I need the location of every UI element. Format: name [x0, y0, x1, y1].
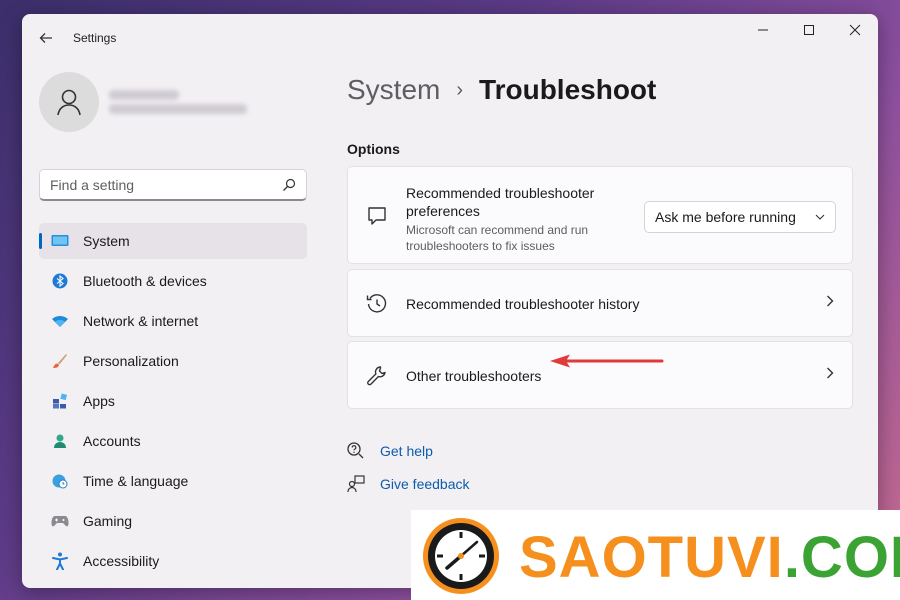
troubleshooter-preference-dropdown[interactable]: Ask me before running — [644, 201, 836, 233]
sidebar-item-system[interactable]: System — [39, 223, 307, 259]
chevron-down-icon — [815, 214, 825, 220]
breadcrumb: System › Troubleshoot — [347, 74, 656, 106]
sidebar-nav: System Bluetooth & devices Network & int… — [39, 223, 307, 583]
card-troubleshooter-history[interactable]: Recommended troubleshooter history — [347, 269, 853, 337]
back-arrow-icon — [39, 33, 52, 43]
sidebar-item-label: Personalization — [83, 353, 179, 369]
user-profile[interactable] — [39, 72, 247, 132]
sidebar-item-gaming[interactable]: Gaming — [39, 503, 307, 539]
sidebar-item-label: Accessibility — [83, 553, 160, 569]
card-title: Other troubleshooters — [406, 368, 542, 384]
sidebar-item-time-language[interactable]: Time & language — [39, 463, 307, 499]
sidebar-item-label: System — [83, 233, 130, 249]
back-button[interactable] — [36, 28, 56, 48]
wifi-icon — [51, 312, 69, 330]
maximize-icon — [804, 25, 814, 35]
give-feedback-link[interactable]: Give feedback — [380, 476, 470, 492]
person-icon — [57, 89, 81, 116]
gamepad-icon — [51, 512, 69, 530]
wrench-icon — [366, 365, 388, 387]
search-icon — [283, 178, 296, 191]
minimize-button[interactable] — [740, 14, 786, 46]
settings-window: Settings Find a setting System Bluetooth… — [22, 14, 878, 588]
section-label-options: Options — [347, 141, 400, 157]
history-icon — [366, 293, 388, 315]
sidebar-item-label: Gaming — [83, 513, 133, 529]
accessibility-icon — [51, 552, 69, 570]
bluetooth-icon — [51, 272, 69, 290]
search-input[interactable] — [50, 176, 282, 193]
title-bar: Settings — [22, 14, 878, 60]
breadcrumb-parent[interactable]: System — [347, 74, 440, 106]
help-links: Get help Give feedback — [347, 442, 470, 508]
watermark-banner: SAOTUVI.COM — [411, 510, 900, 600]
help-icon — [347, 442, 365, 460]
sidebar-item-label: Time & language — [83, 473, 189, 489]
avatar — [39, 72, 99, 132]
profile-details-blurred — [109, 86, 247, 118]
card-title: Recommended troubleshooter preferences — [406, 185, 595, 219]
sidebar-item-bluetooth[interactable]: Bluetooth & devices — [39, 263, 307, 299]
globe-clock-icon — [51, 472, 69, 490]
chat-icon — [366, 205, 388, 227]
sidebar-item-label: Accounts — [83, 433, 141, 449]
get-help-link[interactable]: Get help — [380, 443, 433, 459]
minimize-icon — [758, 29, 768, 31]
dropdown-value: Ask me before running — [655, 209, 796, 225]
person-icon — [51, 432, 69, 450]
page-title: Troubleshoot — [479, 74, 657, 105]
close-icon — [849, 24, 861, 36]
clock-logo-icon — [423, 518, 499, 594]
watermark-text: SAOTUVI.COM — [519, 525, 900, 590]
search-box[interactable] — [39, 169, 307, 201]
chevron-right-icon — [826, 366, 834, 384]
sidebar-item-personalization[interactable]: Personalization — [39, 343, 307, 379]
chevron-right-icon: › — [456, 78, 464, 101]
close-button[interactable] — [832, 14, 878, 46]
sidebar-item-label: Bluetooth & devices — [83, 273, 207, 289]
brush-icon — [51, 352, 69, 370]
card-text: Other troubleshooters — [406, 367, 541, 385]
sidebar-item-accounts[interactable]: Accounts — [39, 423, 307, 459]
maximize-button[interactable] — [786, 14, 832, 46]
card-troubleshooter-preferences: Recommended troubleshooter preferences M… — [347, 166, 853, 264]
monitor-icon — [51, 232, 69, 250]
card-title: Recommended troubleshooter history — [406, 296, 640, 312]
apps-icon — [51, 392, 69, 410]
feedback-icon — [347, 475, 365, 493]
sidebar-item-network[interactable]: Network & internet — [39, 303, 307, 339]
sidebar-item-apps[interactable]: Apps — [39, 383, 307, 419]
sidebar-item-label: Apps — [83, 393, 115, 409]
app-title: Settings — [73, 31, 117, 45]
chevron-right-icon — [826, 294, 834, 312]
card-description: Microsoft can recommend and run troubles… — [406, 223, 589, 253]
card-text: Recommended troubleshooter preferences M… — [406, 184, 606, 254]
card-text: Recommended troubleshooter history — [406, 295, 639, 313]
sidebar-item-label: Network & internet — [83, 313, 199, 329]
sidebar: System Bluetooth & devices Network & int… — [22, 60, 322, 588]
give-feedback-row[interactable]: Give feedback — [347, 475, 470, 493]
annotation-arrow — [550, 354, 664, 368]
sidebar-item-accessibility[interactable]: Accessibility — [39, 543, 307, 579]
get-help-row[interactable]: Get help — [347, 442, 470, 460]
window-controls — [740, 14, 878, 46]
